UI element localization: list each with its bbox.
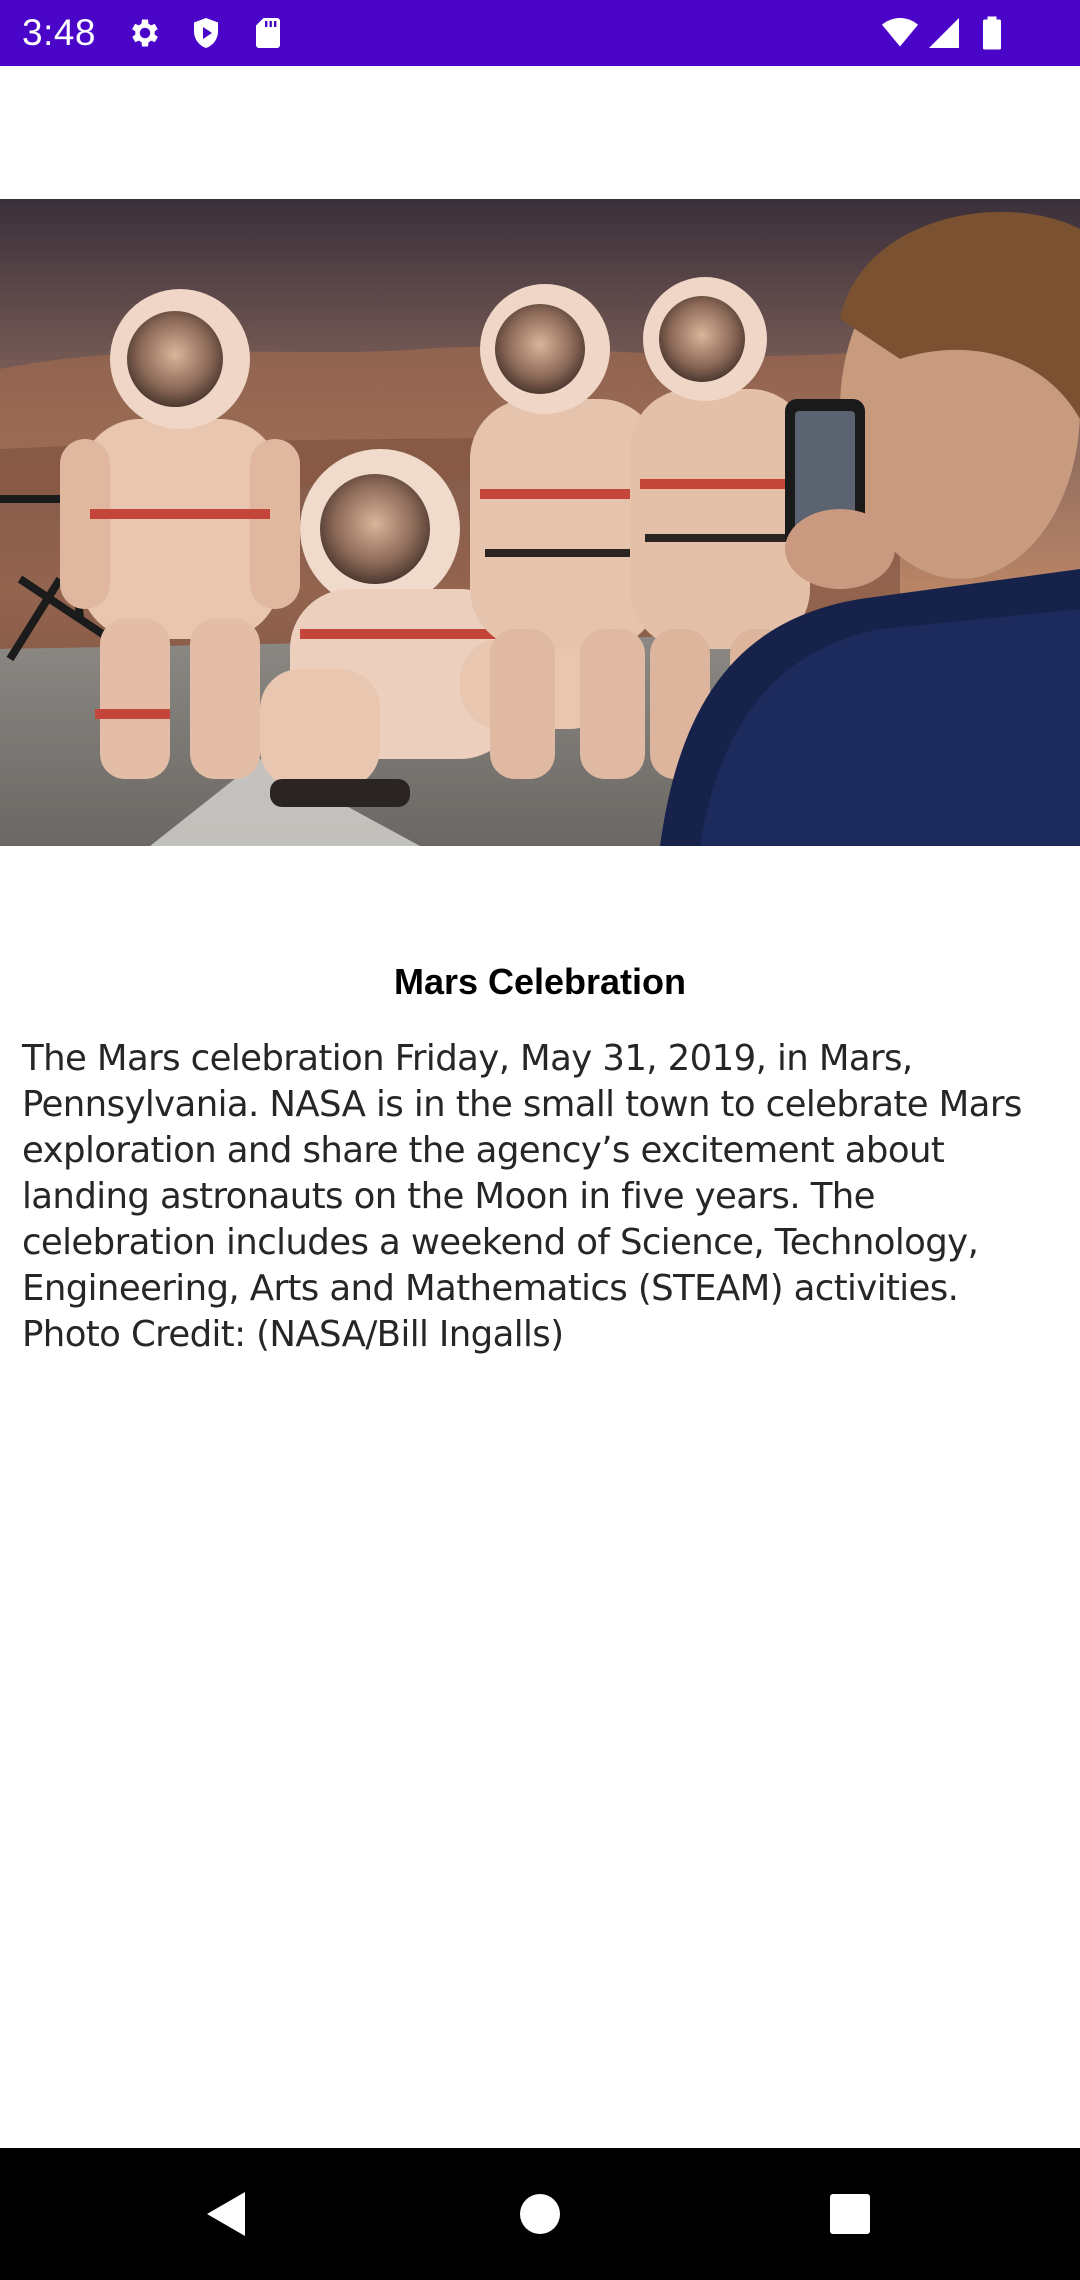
article-title: Mars Celebration xyxy=(393,961,687,1002)
hero-image xyxy=(0,199,1080,846)
navigation-bar xyxy=(0,2148,1080,2280)
screen: 3:48 Mars Celebration The Mars celebrati… xyxy=(0,0,1080,2280)
back-icon[interactable] xyxy=(195,2184,255,2244)
sd-card-icon xyxy=(250,15,286,51)
recents-icon[interactable] xyxy=(820,2184,880,2244)
article-description: The Mars celebration Friday, May 31, 201… xyxy=(22,1038,1022,1355)
home-icon[interactable] xyxy=(510,2184,570,2244)
status-bar: 3:48 xyxy=(0,0,1080,66)
battery-icon xyxy=(980,15,1004,51)
wifi-icon xyxy=(880,15,920,51)
settings-gear-icon xyxy=(127,15,163,51)
status-time: 3:48 xyxy=(22,12,97,53)
shield-play-icon xyxy=(188,15,224,51)
cell-signal-icon xyxy=(926,15,962,51)
